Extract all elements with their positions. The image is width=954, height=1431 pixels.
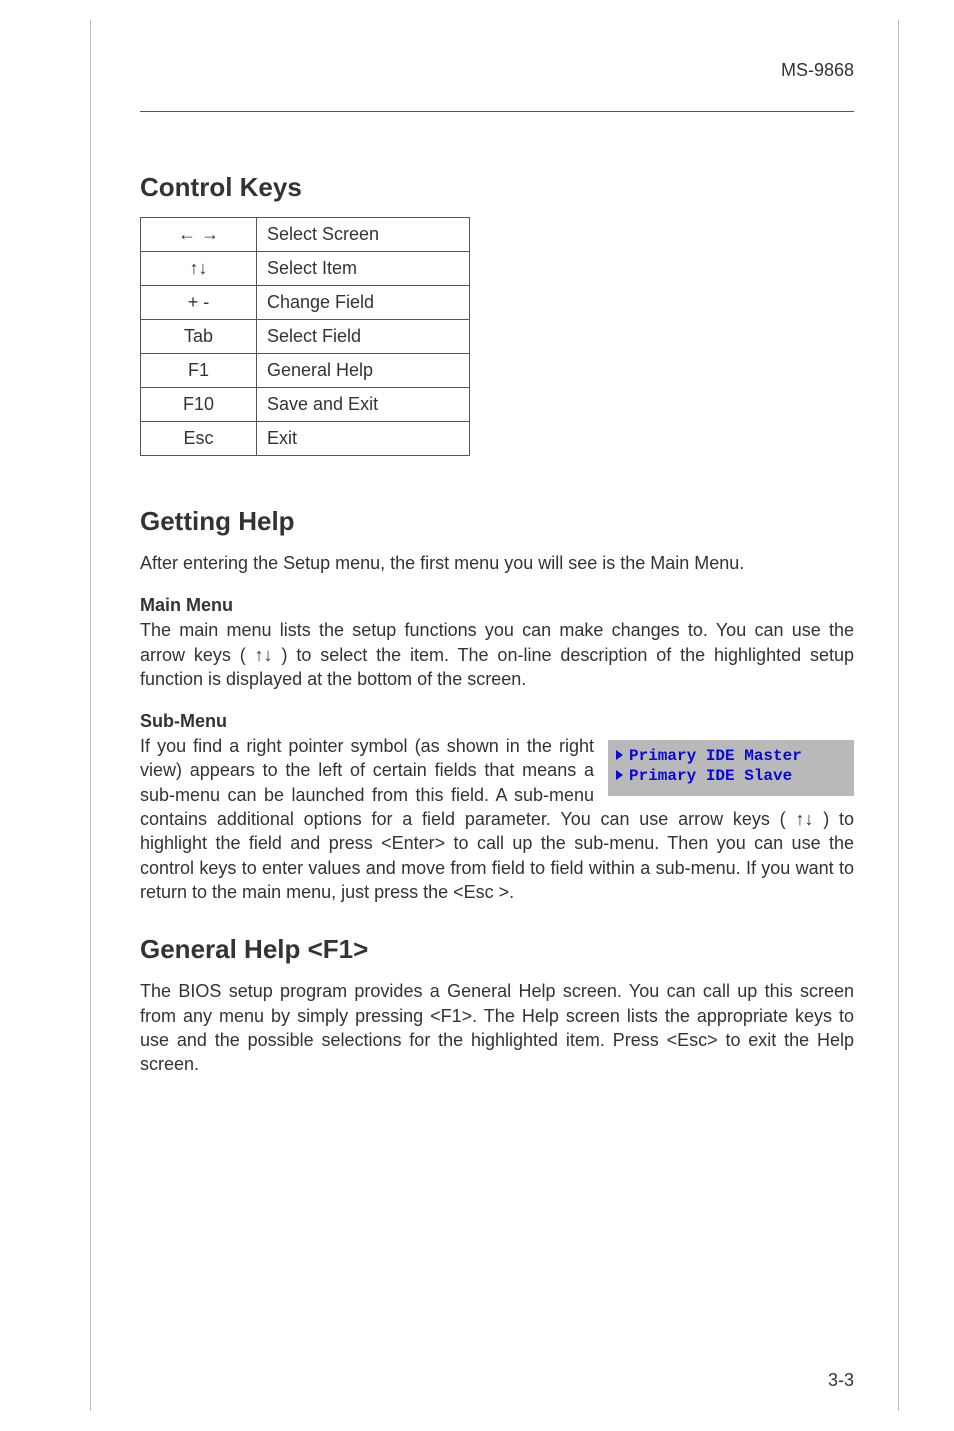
- sub-menu-block: Primary IDE Master Primary IDE Slave If …: [140, 734, 854, 904]
- desc-cell: Exit: [257, 422, 470, 456]
- key-cell: F1: [141, 354, 257, 388]
- sub-menu-example: Primary IDE Master Primary IDE Slave: [608, 740, 854, 796]
- getting-help-title: Getting Help: [140, 506, 854, 537]
- table-row: ↑↓ Select Item: [141, 252, 470, 286]
- desc-cell: General Help: [257, 354, 470, 388]
- key-cell: Tab: [141, 320, 257, 354]
- header-model: MS-9868: [140, 60, 854, 81]
- general-help-text: The BIOS setup program provides a Genera…: [140, 979, 854, 1076]
- page-number: 3-3: [828, 1370, 854, 1391]
- table-row: ← → Select Screen: [141, 218, 470, 252]
- getting-help-intro: After entering the Setup menu, the first…: [140, 551, 854, 575]
- sub-menu-heading: Sub-Menu: [140, 711, 854, 732]
- pointer-icon: [616, 770, 623, 780]
- key-cell: ↑↓: [141, 252, 257, 286]
- control-keys-table: ← → Select Screen ↑↓ Select Item + - Cha…: [140, 217, 470, 456]
- key-cell: + -: [141, 286, 257, 320]
- desc-cell: Change Field: [257, 286, 470, 320]
- submenu-item: Primary IDE Master: [616, 746, 846, 766]
- pointer-icon: [616, 750, 623, 760]
- desc-cell: Select Screen: [257, 218, 470, 252]
- main-menu-heading: Main Menu: [140, 595, 854, 616]
- table-row: + - Change Field: [141, 286, 470, 320]
- header-divider: [140, 111, 854, 112]
- submenu-label: Primary IDE Slave: [629, 767, 792, 785]
- submenu-item: Primary IDE Slave: [616, 766, 846, 786]
- control-keys-title: Control Keys: [140, 172, 854, 203]
- table-row: F1 General Help: [141, 354, 470, 388]
- table-row: Tab Select Field: [141, 320, 470, 354]
- table-row: Esc Exit: [141, 422, 470, 456]
- submenu-label: Primary IDE Master: [629, 747, 802, 765]
- key-cell: F10: [141, 388, 257, 422]
- desc-cell: Select Field: [257, 320, 470, 354]
- general-help-title: General Help <F1>: [140, 934, 854, 965]
- key-cell: Esc: [141, 422, 257, 456]
- desc-cell: Select Item: [257, 252, 470, 286]
- key-cell: ← →: [141, 218, 257, 252]
- desc-cell: Save and Exit: [257, 388, 470, 422]
- page: MS-9868 Control Keys ← → Select Screen ↑…: [0, 0, 954, 1431]
- main-menu-text: The main menu lists the setup functions …: [140, 618, 854, 691]
- table-row: F10 Save and Exit: [141, 388, 470, 422]
